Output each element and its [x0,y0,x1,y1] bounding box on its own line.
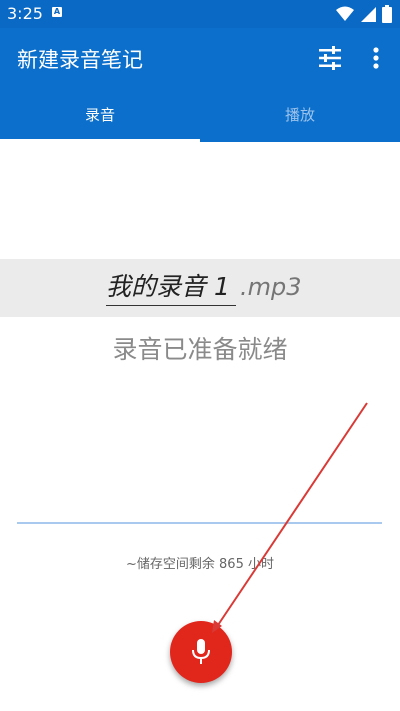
signal-icon [361,7,376,22]
filename-band: 我的录音 1 .mp3 [0,259,400,317]
status-icons [336,5,392,23]
filename-extension: .mp3 [240,273,302,301]
tab-indicator [0,139,200,142]
wifi-icon [336,6,354,21]
status-time: 3:25 [7,4,43,23]
tab-play[interactable]: 播放 [200,88,400,142]
tune-icon [319,46,341,70]
page-title: 新建录音笔记 [17,48,143,72]
recording-status: 录音已准备就绪 [112,335,288,364]
filename-input[interactable]: 我的录音 1 [106,269,236,306]
tab-record-label: 录音 [84,106,115,124]
screen: 3:25 A 新建录音笔记 录音 播放 我的录音 1 .mp3 录音已准备就绪 … [0,0,400,711]
battery-icon [382,5,392,23]
more-vert-icon [373,47,379,69]
tab-play-label: 播放 [284,106,315,124]
a-badge-icon: A [52,7,62,17]
tab-bar: 录音 播放 [0,88,400,142]
tab-record[interactable]: 录音 [0,88,200,142]
app-bar: 新建录音笔记 [0,28,400,88]
storage-remaining: ~储存空间剩余 865 小时 [126,557,274,572]
microphone-icon [192,639,210,664]
more-options-button[interactable] [364,44,388,72]
status-bar: 3:25 A [0,0,400,28]
audio-level-line [17,522,382,524]
settings-tune-button[interactable] [316,44,344,72]
record-button[interactable] [170,621,232,683]
